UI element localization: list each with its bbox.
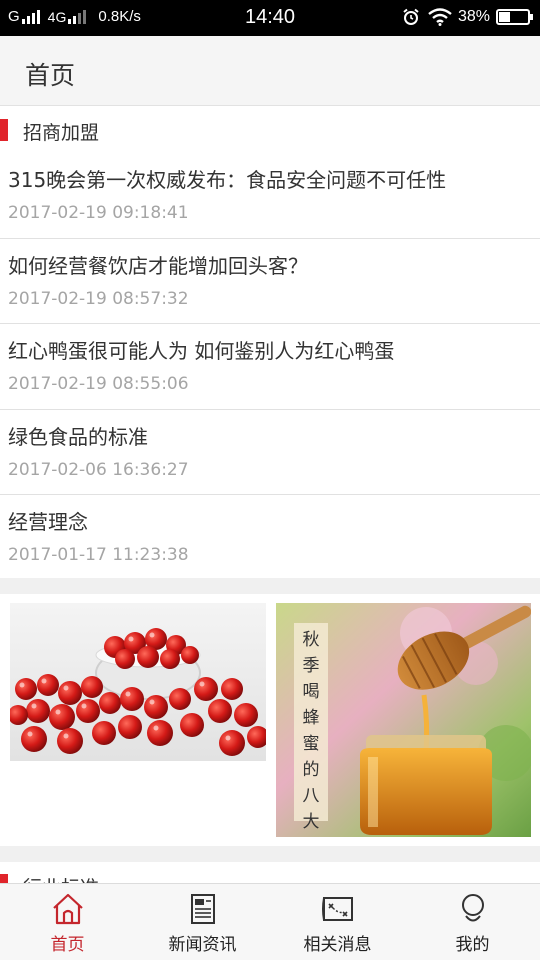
news-date: 2017-01-17 11:23:38 xyxy=(8,545,189,565)
status-right: 38% xyxy=(402,8,533,26)
nav-label: 我的 xyxy=(455,935,490,955)
section-divider xyxy=(0,578,540,594)
page-title: 首页 xyxy=(25,61,76,90)
news-date: 2017-02-06 16:36:27 xyxy=(8,459,189,480)
news-title: 红心鸭蛋很可能人为 如何鉴别人为红心鸭蛋 xyxy=(8,339,395,363)
news-item[interactable]: 经营理念 2017-01-17 11:23:38 xyxy=(0,495,540,581)
nav-label: 新闻资讯 xyxy=(168,935,237,955)
battery-icon xyxy=(496,9,533,25)
news-title: 315晚会第一次权威发布：食品安全问题不可任性 xyxy=(8,168,447,192)
bottom-nav: 首页 新闻资讯 相关消息 我的 xyxy=(0,883,540,960)
battery-percent: 38% xyxy=(457,8,490,25)
section-title: 招商加盟 xyxy=(23,122,100,144)
news-title: 经营理念 xyxy=(8,510,88,534)
news-date: 2017-02-19 08:55:06 xyxy=(8,374,189,394)
user-icon xyxy=(461,894,484,922)
news-item[interactable]: 红心鸭蛋很可能人为 如何鉴别人为红心鸭蛋 2017-02-19 08:55:06 xyxy=(0,324,540,410)
news-title: 绿色食品的标准 xyxy=(8,424,148,449)
nav-home[interactable]: 首页 xyxy=(0,884,135,960)
news-item[interactable]: 315晚会第一次权威发布：食品安全问题不可任性 2017-02-19 09:18… xyxy=(0,153,540,239)
alarm-icon xyxy=(403,8,419,25)
nav-label: 首页 xyxy=(50,935,85,955)
hawthorn-image[interactable] xyxy=(10,603,266,761)
honey-caption: 秋季喝蜂蜜的八大好处 xyxy=(302,630,320,832)
news-item[interactable]: 绿色食品的标准 2017-02-06 16:36:27 xyxy=(0,409,540,495)
wifi-icon xyxy=(428,8,452,26)
section-divider xyxy=(0,846,540,862)
news-date: 2017-02-19 08:57:32 xyxy=(8,288,189,309)
news-item[interactable]: 如何经营餐饮店才能增加回头客？ 2017-02-19 08:57:32 xyxy=(0,238,540,324)
battery-fill xyxy=(499,12,510,22)
hawthorn-photo-icon xyxy=(10,603,266,761)
nav-related[interactable]: 相关消息 xyxy=(270,884,405,960)
nav-news[interactable]: 新闻资讯 xyxy=(135,884,270,960)
status-bar: G 4G 0.8K/s 14:40 38% xyxy=(0,0,540,36)
map-icon xyxy=(321,897,353,921)
news-title: 如何经营餐饮店才能增加回头客？ xyxy=(8,253,308,278)
honey-image[interactable]: 秋季喝蜂蜜的八大好处 xyxy=(276,603,531,837)
home-icon xyxy=(52,893,83,925)
image-banner-row: 秋季喝蜂蜜的八大好处 xyxy=(0,594,540,846)
section-franchise[interactable]: 招商加盟 xyxy=(0,107,540,153)
news-date: 2017-02-19 09:18:41 xyxy=(8,203,189,223)
nav-label: 相关消息 xyxy=(303,935,372,955)
app-header: 首页 xyxy=(0,36,540,106)
newspaper-icon xyxy=(190,894,215,924)
news-list: 315晚会第一次权威发布：食品安全问题不可任性 2017-02-19 09:18… xyxy=(0,153,540,581)
section-accent-bar xyxy=(0,119,8,141)
nav-profile[interactable]: 我的 xyxy=(405,884,540,960)
